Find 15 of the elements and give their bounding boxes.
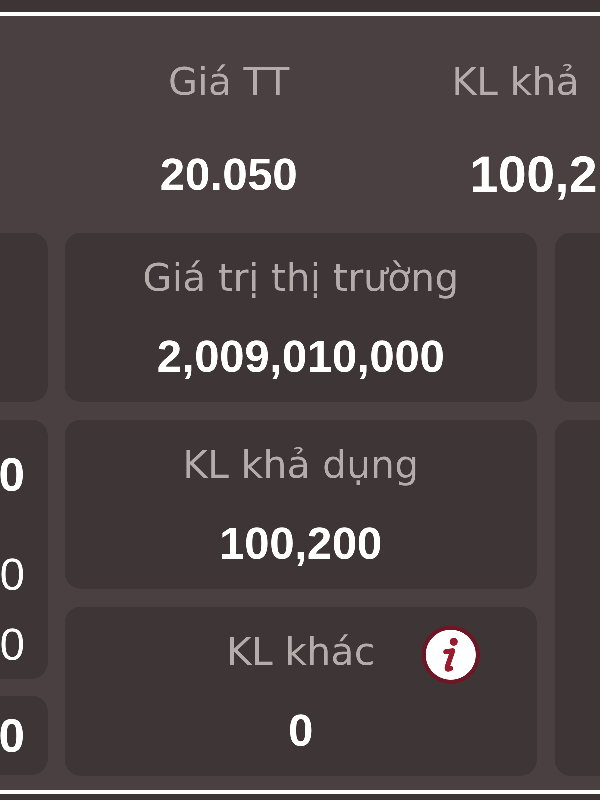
stat-value: 0 [0, 450, 25, 500]
stat-value: 0 [0, 620, 25, 670]
info-icon[interactable] [422, 626, 480, 684]
stat-label: KL khả dụng [182, 442, 420, 489]
stat-value: 100,200 [220, 518, 382, 570]
header-label: Giá TT [168, 59, 290, 106]
stat-value: 0 [0, 550, 25, 600]
stat-value: 0 [0, 711, 25, 761]
stat-value: 2,009,010,000 [157, 331, 445, 383]
stat-value: 0 [288, 705, 314, 757]
header-value: 100,2 [470, 147, 598, 203]
stat-label: KL khác [226, 629, 376, 676]
header-value: 20.050 [160, 148, 298, 202]
header-label: KL khả [452, 59, 580, 106]
stat-label: Giá trị thị trường [142, 255, 460, 302]
